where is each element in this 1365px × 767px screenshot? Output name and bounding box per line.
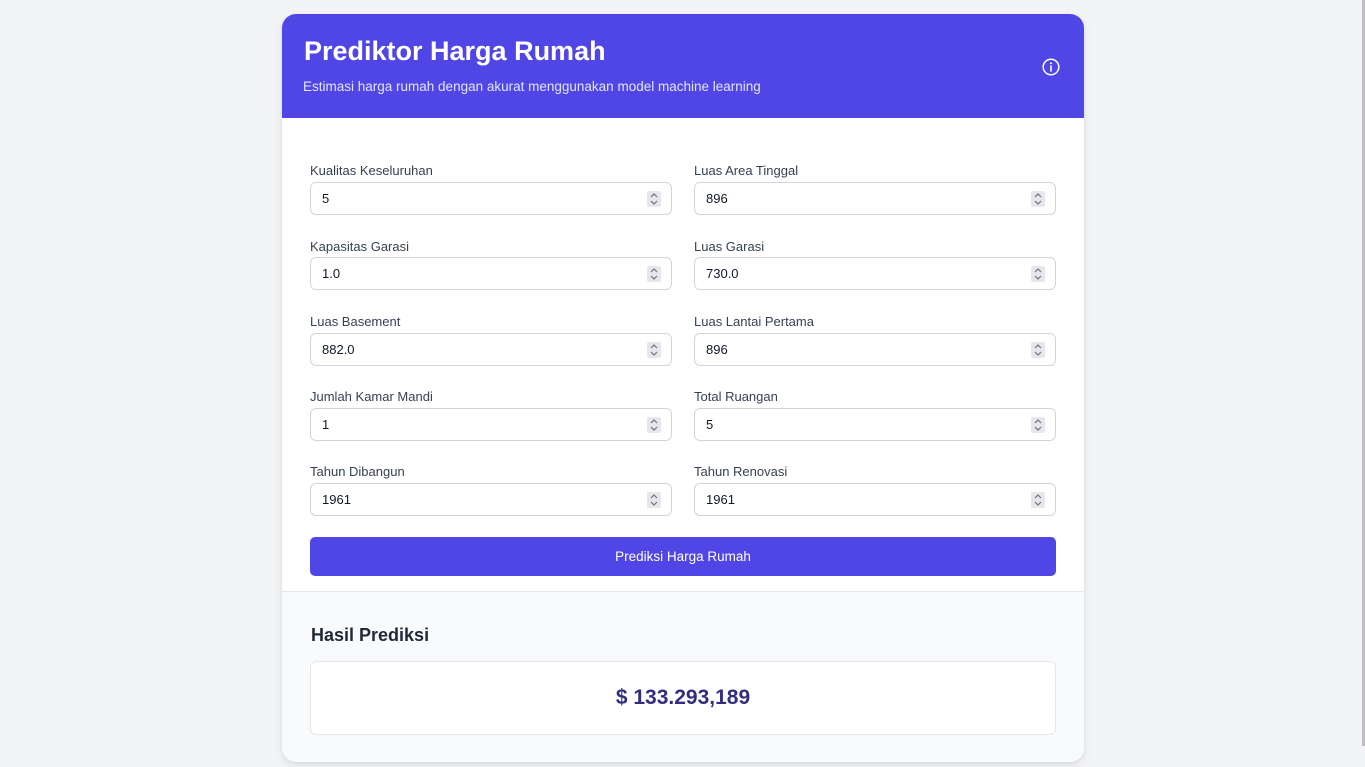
jumlah-kamar-mandi-input[interactable]: 1 (310, 408, 672, 441)
field-label-tahun-renovasi: Tahun Renovasi (694, 464, 788, 479)
tahun-renovasi-input[interactable]: 1961 (694, 483, 1056, 516)
spinner-icon[interactable] (647, 492, 661, 508)
result-box: $ 133.293,189 (310, 661, 1056, 735)
spinner-icon[interactable] (1031, 191, 1045, 207)
result-title: Hasil Prediksi (311, 625, 430, 645)
page-subtitle: Estimasi harga rumah dengan akurat mengg… (303, 79, 761, 94)
field-value: 1961 (706, 492, 735, 507)
field-value: 5 (322, 191, 330, 206)
spinner-icon[interactable] (1031, 417, 1045, 433)
luas-lantai-pertama-input[interactable]: 896 (694, 333, 1056, 366)
field-value: 882.0 (322, 342, 355, 357)
kapasitas-garasi-input[interactable]: 1.0 (310, 257, 672, 290)
luas-area-tinggal-input[interactable]: 896 (694, 182, 1056, 215)
luas-basement-input[interactable]: 882.0 (310, 333, 672, 366)
result-section: Hasil Prediksi $ 133.293,189 (282, 591, 1084, 762)
spinner-icon[interactable] (647, 266, 661, 282)
header: Prediktor Harga Rumah Estimasi harga rum… (282, 14, 1084, 118)
field-value: 896 (706, 342, 728, 357)
field-label-luas-garasi: Luas Garasi (694, 239, 765, 254)
field-value: 1 (322, 417, 330, 432)
prediction-form: Kualitas Keseluruhan 5 Luas Area Tinggal… (282, 118, 1084, 591)
info-icon[interactable] (1042, 58, 1060, 76)
field-label-luas-area-tinggal: Luas Area Tinggal (694, 163, 799, 178)
field-label-kualitas-keseluruhan: Kualitas Keseluruhan (310, 163, 433, 178)
spinner-icon[interactable] (1031, 492, 1045, 508)
kualitas-keseluruhan-input[interactable]: 5 (310, 182, 672, 215)
field-label-kapasitas-garasi: Kapasitas Garasi (310, 239, 409, 254)
field-value: 1.0 (322, 266, 341, 281)
predicted-price: $ 133.293,189 (615, 686, 751, 709)
field-value: 730.0 (706, 266, 739, 281)
field-label-tahun-dibangun: Tahun Dibangun (310, 464, 405, 479)
field-label-jumlah-kamar-mandi: Jumlah Kamar Mandi (310, 389, 433, 404)
predict-button[interactable]: Prediksi Harga Rumah (310, 537, 1056, 576)
field-label-luas-basement: Luas Basement (310, 314, 401, 329)
predictor-card: Prediktor Harga Rumah Estimasi harga rum… (282, 14, 1084, 762)
tahun-dibangun-input[interactable]: 1961 (310, 483, 672, 516)
field-value: 896 (706, 191, 728, 206)
spinner-icon[interactable] (647, 342, 661, 358)
field-value: 5 (706, 417, 714, 432)
page-title: Prediktor Harga Rumah (304, 36, 606, 66)
field-value: 1961 (322, 492, 351, 507)
field-label-luas-lantai-pertama: Luas Lantai Pertama (694, 314, 814, 329)
spinner-icon[interactable] (647, 417, 661, 433)
spinner-icon[interactable] (1031, 266, 1045, 282)
field-label-total-ruangan: Total Ruangan (694, 389, 778, 404)
luas-garasi-input[interactable]: 730.0 (694, 257, 1056, 290)
spinner-icon[interactable] (1031, 342, 1045, 358)
spinner-icon[interactable] (647, 191, 661, 207)
total-ruangan-input[interactable]: 5 (694, 408, 1056, 441)
